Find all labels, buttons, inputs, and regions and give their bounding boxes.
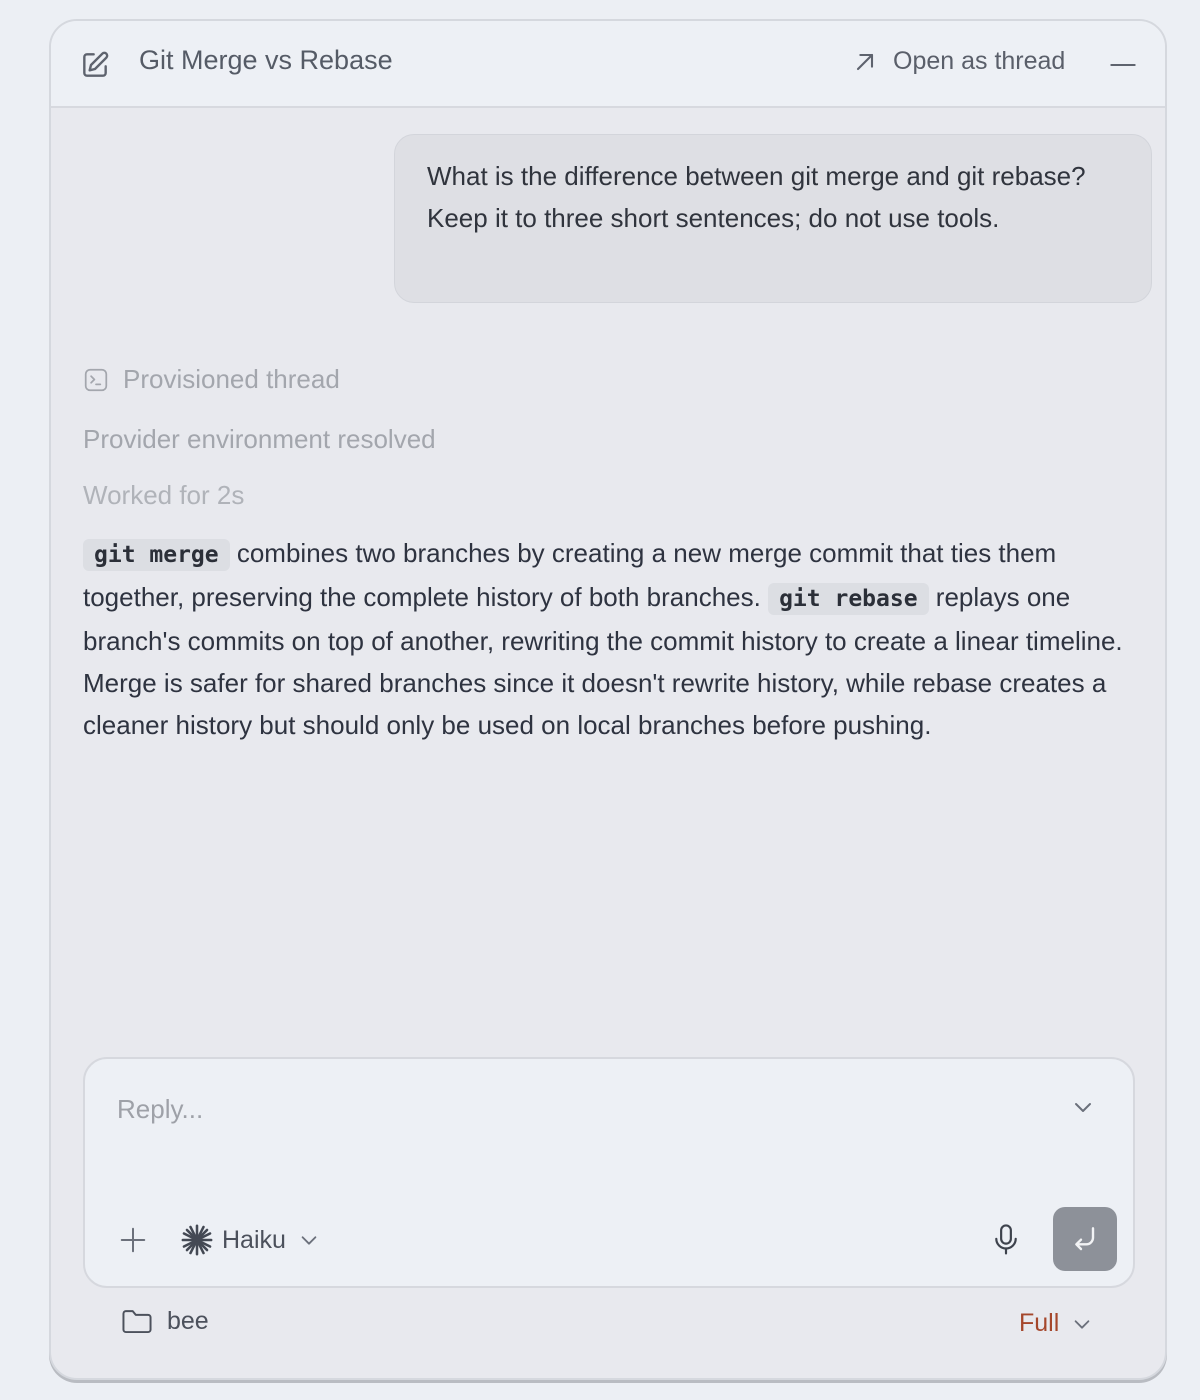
thread-title: Git Merge vs Rebase xyxy=(139,45,393,75)
send-button[interactable] xyxy=(1053,1207,1117,1271)
open-as-thread-label: Open as thread xyxy=(893,47,1066,75)
chevron-down-icon xyxy=(1074,1319,1090,1329)
panel-header: Git Merge vs Rebase Open as thread xyxy=(51,21,1165,108)
reply-input[interactable] xyxy=(117,1089,1017,1129)
mode-label: Full xyxy=(1019,1309,1060,1337)
folder-icon xyxy=(122,1310,152,1334)
minimize-icon[interactable] xyxy=(1109,51,1137,79)
provisioned-status: Provisioned thread xyxy=(83,364,340,395)
assistant-answer: git merge combines two branches by creat… xyxy=(83,532,1143,746)
edit-icon[interactable] xyxy=(79,49,111,81)
inline-code: git rebase xyxy=(768,583,929,615)
return-arrow-icon xyxy=(1075,1227,1095,1251)
user-message: What is the difference between git merge… xyxy=(394,134,1152,303)
arrow-up-right-icon xyxy=(856,53,874,70)
inline-code: git merge xyxy=(83,539,230,571)
worked-duration: Worked for 2s xyxy=(83,480,245,510)
access-mode-selector[interactable]: Full xyxy=(1019,1309,1093,1338)
model-selector[interactable]: Haiku xyxy=(180,1223,320,1257)
provisioned-label: Provisioned thread xyxy=(123,364,340,394)
terminal-icon xyxy=(84,368,108,391)
project-folder[interactable]: bee xyxy=(121,1306,209,1336)
environment-status: Provider environment resolved xyxy=(83,424,436,454)
spark-icon xyxy=(181,1224,213,1256)
chat-panel: Git Merge vs Rebase Open as thread What … xyxy=(49,19,1167,1380)
plus-icon[interactable] xyxy=(118,1225,148,1255)
reply-composer: Haiku xyxy=(83,1057,1135,1288)
open-as-thread-button[interactable]: Open as thread xyxy=(851,47,1065,76)
chevron-down-icon xyxy=(301,1236,317,1245)
folder-label: bee xyxy=(167,1306,209,1335)
microphone-icon[interactable] xyxy=(991,1223,1021,1257)
chevron-down-icon[interactable] xyxy=(1071,1095,1095,1119)
model-label: Haiku xyxy=(222,1225,286,1254)
